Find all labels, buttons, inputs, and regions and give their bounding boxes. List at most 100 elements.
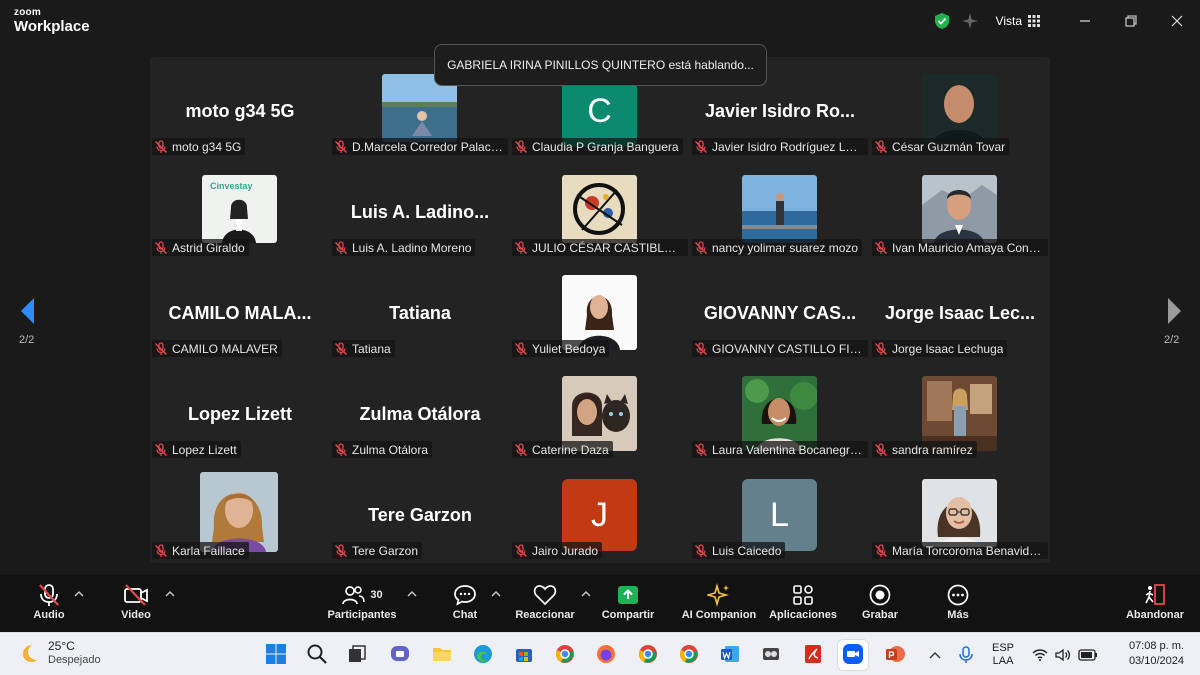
- participant-tile[interactable]: Zulma Otálora Zulma Otálora: [330, 364, 510, 465]
- apps-button[interactable]: Aplicaciones: [769, 581, 837, 629]
- participant-tile[interactable]: sandra ramírez: [870, 364, 1050, 465]
- participant-tile[interactable]: GIOVANNY CAS...GIOVANNY CASTILLO FIGUE..…: [690, 263, 870, 364]
- chat-button[interactable]: Chat: [448, 581, 482, 629]
- volume-icon[interactable]: [1054, 648, 1072, 662]
- weather-condition: Despejado: [48, 654, 101, 666]
- word-icon[interactable]: [717, 641, 743, 667]
- powerpoint-icon[interactable]: [882, 641, 908, 667]
- participant-tile[interactable]: Cinvestay Astrid Giraldo: [150, 162, 330, 263]
- participant-tile[interactable]: J Jairo Jurado: [510, 465, 690, 566]
- share-label: Compartir: [601, 609, 655, 621]
- title-bar: zoom Workplace Vista: [0, 0, 1200, 42]
- participant-tile[interactable]: Laura Valentina Bocanegra ...: [690, 364, 870, 465]
- participant-tile[interactable]: Karla Faillace: [150, 465, 330, 566]
- acrobat-pdf-icon[interactable]: [800, 641, 826, 667]
- participant-tile[interactable]: CAMILO MALA... CAMILO MALAVER: [150, 263, 330, 364]
- audio-options-caret-icon[interactable]: [73, 589, 85, 599]
- previous-page-arrow-icon[interactable]: [18, 296, 38, 326]
- participant-name: Jairo Jurado: [532, 543, 599, 558]
- participant-tile[interactable]: Caterine Daza: [510, 364, 690, 465]
- close-button[interactable]: [1154, 0, 1200, 42]
- input-language[interactable]: ESP LAA: [992, 642, 1014, 668]
- muted-mic-icon: [155, 139, 167, 153]
- windows-start-icon[interactable]: [263, 641, 289, 667]
- participant-tile[interactable]: Lopez Lizett Lopez Lizett: [150, 364, 330, 465]
- ai-sparkle-icon: [707, 583, 729, 607]
- clock-time: 07:08 p. m.: [1128, 640, 1184, 652]
- encryption-shield-icon[interactable]: [930, 9, 954, 33]
- muted-mic-icon: [515, 442, 527, 456]
- edge-browser-icon[interactable]: [470, 641, 496, 667]
- participant-tile[interactable]: L Luis Caicedo: [690, 465, 870, 566]
- participant-tile[interactable]: Jorge Isaac Lec... Jorge Isaac Lechuga: [870, 263, 1050, 364]
- participant-tile[interactable]: JULIO CÉSAR CASTIBLANCO: [510, 162, 690, 263]
- next-page-arrow-icon[interactable]: [1164, 296, 1184, 326]
- react-button[interactable]: Reaccionar: [514, 581, 576, 629]
- wifi-icon[interactable]: [1032, 648, 1048, 662]
- show-hidden-icons-chevron-icon[interactable]: [928, 650, 942, 660]
- chrome-profile-icon[interactable]: [552, 641, 578, 667]
- logo-line2: Workplace: [14, 18, 90, 35]
- snipping-tool-icon[interactable]: [758, 641, 784, 667]
- video-off-icon: [124, 584, 148, 606]
- share-button[interactable]: Compartir: [598, 581, 658, 629]
- participant-photo: [922, 479, 997, 547]
- muted-mic-icon: [695, 341, 707, 355]
- teams-chat-icon[interactable]: [387, 641, 413, 667]
- clock[interactable]: 07:08 p. m. 03/10/2024: [1129, 639, 1184, 669]
- participant-tile[interactable]: Luis A. Ladino... Luis A. Ladino Moreno: [330, 162, 510, 263]
- participant-tile[interactable]: Ivan Mauricio Amaya Contre...: [870, 162, 1050, 263]
- participant-tile[interactable]: Tatiana Tatiana: [330, 263, 510, 364]
- video-options-caret-icon[interactable]: [164, 589, 176, 599]
- participants-icon: [342, 586, 366, 605]
- participant-tile[interactable]: María Torcoroma Benavides ...: [870, 465, 1050, 566]
- muted-mic-icon: [875, 139, 887, 153]
- search-icon[interactable]: [304, 641, 330, 667]
- chat-options-caret-icon[interactable]: [490, 589, 502, 599]
- weather-widget[interactable]: 25°C Despejado: [18, 639, 101, 667]
- participant-tile[interactable]: César Guzmán Tovar: [870, 61, 1050, 162]
- participant-tile[interactable]: Yuliet Bedoya: [510, 263, 690, 364]
- participant-name-label: Claudia P Granja Banguera: [512, 138, 683, 155]
- task-view-icon[interactable]: [344, 641, 370, 667]
- muted-mic-icon: [515, 341, 527, 355]
- sparkle-icon[interactable]: [958, 9, 982, 33]
- leave-button[interactable]: Abandonar: [1126, 581, 1184, 629]
- heart-icon: [533, 585, 557, 606]
- restore-button[interactable]: [1108, 0, 1154, 42]
- participant-name: GIOVANNY CASTILLO FIGUE...: [712, 341, 864, 356]
- participant-name: Claudia P Granja Banguera: [532, 139, 679, 154]
- react-options-caret-icon[interactable]: [580, 589, 592, 599]
- participant-name-label: CAMILO MALAVER: [152, 340, 282, 357]
- more-button[interactable]: Más: [944, 581, 972, 629]
- chrome-profile-2-icon[interactable]: [635, 641, 661, 667]
- participant-tile[interactable]: moto g34 5G moto g34 5G: [150, 61, 330, 162]
- audio-button[interactable]: Audio: [30, 581, 68, 629]
- firefox-icon[interactable]: [593, 641, 619, 667]
- file-explorer-icon[interactable]: [429, 641, 455, 667]
- share-screen-icon: [618, 586, 638, 604]
- minimize-button[interactable]: [1062, 0, 1108, 42]
- participant-tile[interactable]: Tere Garzon Tere Garzon: [330, 465, 510, 566]
- participant-name-label: nancy yolimar suarez mozo: [692, 239, 863, 256]
- participants-button[interactable]: 30 Participantes: [326, 581, 398, 629]
- video-button[interactable]: Video: [118, 581, 154, 629]
- zoom-app-icon[interactable]: [840, 641, 866, 667]
- ai-companion-button[interactable]: AI Companion: [680, 581, 758, 629]
- page-indicator-left: 2/2: [19, 334, 35, 346]
- participant-tile[interactable]: nancy yolimar suarez mozo: [690, 162, 870, 263]
- participant-name: Zulma Otálora: [352, 442, 429, 457]
- chrome-profile-3-icon[interactable]: [676, 641, 702, 667]
- page-indicator-right: 2/2: [1164, 334, 1180, 346]
- battery-icon[interactable]: [1078, 648, 1098, 661]
- participant-name-label: Zulma Otálora: [332, 441, 433, 458]
- microsoft-store-icon[interactable]: [511, 641, 537, 667]
- view-button[interactable]: Vista: [996, 14, 1040, 28]
- microphone-tray-icon[interactable]: [958, 645, 974, 664]
- record-button[interactable]: Grabar: [862, 581, 898, 629]
- participant-name: Ivan Mauricio Amaya Contre...: [892, 240, 1044, 255]
- participants-options-caret-icon[interactable]: [406, 589, 418, 599]
- participant-name: CAMILO MALAVER: [172, 341, 278, 356]
- participant-photo: [742, 175, 817, 243]
- muted-mic-icon: [335, 240, 347, 254]
